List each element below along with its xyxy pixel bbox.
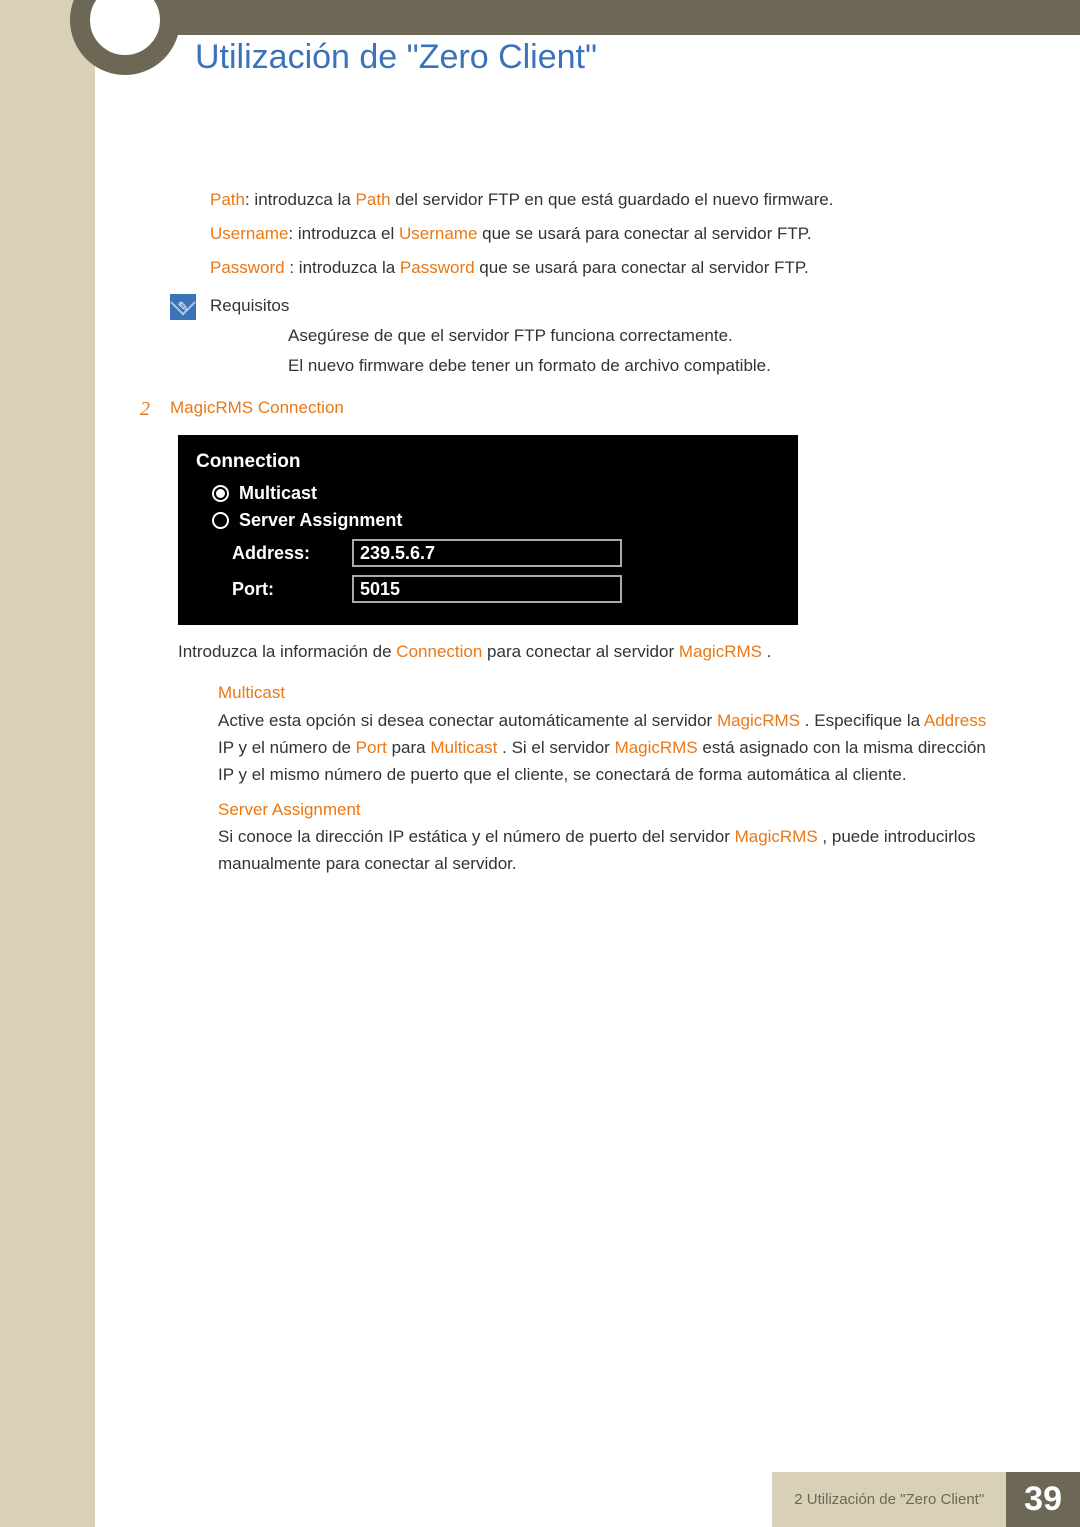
bullet-marker-icon [170, 190, 210, 193]
term-path: Path [210, 190, 245, 209]
bullet-password: Password : introduzca la Password que se… [170, 258, 995, 278]
radio-multicast-label: Multicast [239, 483, 317, 504]
radio-selected-icon [212, 485, 229, 502]
bullet-path: Path: introduzca la Path del servidor FT… [170, 190, 995, 210]
bullet-marker-icon [248, 356, 288, 376]
bullet-username: Username: introduzca el Username que se … [170, 224, 995, 244]
field-port: Port: 5015 [232, 575, 780, 603]
section-title: MagicRMS Connection [170, 398, 344, 421]
text: que se usará para conectar al servidor F… [475, 258, 809, 277]
radio-server-assignment-label: Server Assignment [239, 510, 402, 531]
header-bar [95, 0, 1080, 35]
subsection-server-assignment: Server Assignment Si conoce la dirección… [178, 796, 995, 878]
connection-paragraph: Introduzca la información de Connection … [178, 639, 995, 665]
hl-magicrms: MagicRMS [679, 642, 762, 661]
section-2-header: 2 MagicRMS Connection [170, 398, 995, 421]
text: que se usará para conectar al servidor F… [477, 224, 811, 243]
server-assignment-title: Server Assignment [218, 796, 995, 823]
text: del servidor FTP en que está guardado el… [391, 190, 834, 209]
term-password: Password [210, 258, 285, 277]
hl-connection: Connection [396, 642, 482, 661]
multicast-title: Multicast [218, 679, 995, 706]
radio-server-assignment[interactable]: Server Assignment [212, 510, 780, 531]
page-content: Path: introduzca la Path del servidor FT… [170, 190, 995, 882]
field-address: Address: 239.5.6.7 [232, 539, 780, 567]
left-margin-stripe [0, 0, 95, 1527]
subsection-multicast: Multicast Active esta opción si desea co… [178, 679, 995, 788]
text: : introduzca la [245, 190, 356, 209]
radio-multicast[interactable]: Multicast [212, 483, 780, 504]
connection-panel: Connection Multicast Server Assignment A… [178, 435, 798, 625]
bullet-marker-icon [170, 258, 210, 261]
footer-page-number: 39 [1006, 1472, 1080, 1527]
address-input[interactable]: 239.5.6.7 [352, 539, 622, 567]
address-label: Address: [232, 543, 352, 564]
section-number: 2 [140, 398, 170, 421]
text: : introduzca el [288, 224, 399, 243]
term-path-2: Path [356, 190, 391, 209]
bullet-marker-icon [178, 796, 218, 878]
note-requirements: ✎ Requisitos Asegúrese de que el servido… [170, 296, 995, 376]
term-password-2: Password [400, 258, 475, 277]
page-footer: 2 Utilización de "Zero Client" 39 [772, 1472, 1080, 1527]
term-username: Username [210, 224, 288, 243]
text: : introduzca la [285, 258, 400, 277]
note-item-2: El nuevo firmware debe tener un formato … [288, 356, 771, 376]
note-icon: ✎ [170, 294, 196, 320]
note-title: Requisitos [210, 296, 995, 316]
panel-title: Connection [196, 451, 780, 473]
port-input[interactable]: 5015 [352, 575, 622, 603]
radio-unselected-icon [212, 512, 229, 529]
port-label: Port: [232, 579, 352, 600]
term-username-2: Username [399, 224, 477, 243]
footer-text: 2 Utilización de "Zero Client" [772, 1472, 1006, 1527]
bullet-marker-icon [248, 326, 288, 346]
multicast-paragraph: Active esta opción si desea conectar aut… [218, 707, 995, 789]
bullet-marker-icon [170, 224, 210, 227]
server-assignment-paragraph: Si conoce la dirección IP estática y el … [218, 823, 995, 877]
note-item-1: Asegúrese de que el servidor FTP funcion… [288, 326, 733, 346]
bullet-marker-icon [178, 679, 218, 788]
chapter-title: Utilización de "Zero Client" [195, 38, 597, 77]
